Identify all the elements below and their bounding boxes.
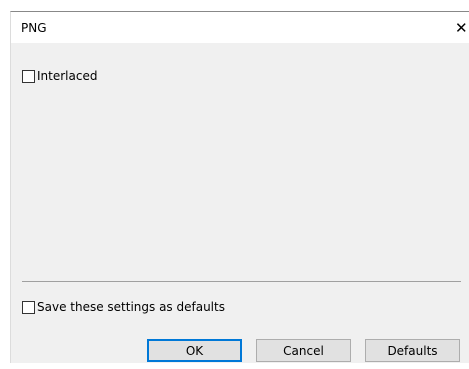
dialog-title: PNG xyxy=(21,21,47,35)
defaults-button[interactable]: Defaults xyxy=(365,339,460,362)
png-options-dialog: PNG ✕ Interlaced Save these settings as … xyxy=(10,11,469,363)
title-bar: PNG ✕ xyxy=(11,12,469,43)
interlaced-checkbox[interactable] xyxy=(22,69,35,83)
ok-button[interactable]: OK xyxy=(147,339,242,362)
cancel-button[interactable]: Cancel xyxy=(256,339,351,362)
save-defaults-checkbox[interactable] xyxy=(22,300,35,314)
close-icon[interactable]: ✕ xyxy=(455,12,469,43)
separator-line xyxy=(22,281,461,282)
interlaced-option[interactable]: Interlaced xyxy=(22,68,97,84)
save-defaults-option[interactable]: Save these settings as defaults xyxy=(22,299,225,315)
interlaced-label[interactable]: Interlaced xyxy=(37,69,97,83)
save-defaults-label[interactable]: Save these settings as defaults xyxy=(37,300,225,314)
